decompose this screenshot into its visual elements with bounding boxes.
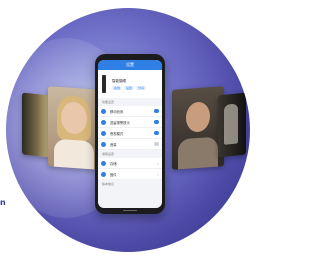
photo-man-smiling xyxy=(172,86,224,170)
settings-row[interactable]: 移动侦测 xyxy=(98,106,162,117)
shield-icon xyxy=(101,108,106,114)
row-label: 固件 xyxy=(110,172,117,177)
settings-row[interactable]: 夜视模式 xyxy=(98,128,162,139)
row-label: 存储 xyxy=(110,161,117,166)
settings-row[interactable]: 音量 xyxy=(98,139,162,150)
shirt xyxy=(178,136,218,170)
app-bar-title: 设置 xyxy=(126,62,134,67)
row-label: 移动侦测 xyxy=(110,109,124,114)
figure-silhouette xyxy=(224,103,238,145)
footer-text: 版本信息 xyxy=(102,182,115,186)
photo-woman-smiling xyxy=(48,86,100,170)
firmware-icon xyxy=(101,171,106,177)
home-indicator xyxy=(123,209,137,211)
stray-letter: n xyxy=(0,198,6,207)
settings-row[interactable]: 存储 › xyxy=(98,158,162,169)
device-pills: 在线 设置 分享 xyxy=(112,85,158,90)
device-pill[interactable]: 在线 xyxy=(112,85,123,90)
shirt xyxy=(54,138,94,170)
smartphone: 设置 智能猫眼 在线 设置 分享 功能设置 移动侦测 逗留报警提示 夜视模式 音… xyxy=(95,54,165,214)
toggle-switch[interactable] xyxy=(154,120,159,124)
section-title: 通用设置 xyxy=(102,152,115,156)
chevron-right-icon: › xyxy=(157,171,159,177)
settings-row[interactable]: 固件 › xyxy=(98,169,162,180)
toggle-switch[interactable] xyxy=(154,131,159,135)
photo-doorway xyxy=(22,92,50,158)
photo-dark-hallway xyxy=(218,92,246,158)
shield-icon xyxy=(101,130,106,136)
device-pill[interactable]: 分享 xyxy=(136,85,147,90)
toggle-switch[interactable] xyxy=(154,109,159,113)
toggle-switch[interactable] xyxy=(154,142,159,146)
section-title: 功能设置 xyxy=(102,100,115,104)
shield-icon xyxy=(101,119,106,125)
device-card[interactable]: 智能猫眼 在线 设置 分享 xyxy=(98,70,162,98)
row-label: 音量 xyxy=(110,142,117,147)
app-bar: 设置 xyxy=(98,60,162,70)
door-viewer-icon xyxy=(102,75,106,93)
device-pill[interactable]: 设置 xyxy=(124,85,135,90)
storage-icon xyxy=(101,160,106,166)
face xyxy=(186,101,210,133)
shield-icon xyxy=(101,141,106,147)
settings-row[interactable]: 逗留报警提示 xyxy=(98,117,162,128)
device-info: 智能猫眼 在线 设置 分享 xyxy=(112,79,158,90)
phone-screen: 设置 智能猫眼 在线 设置 分享 功能设置 移动侦测 逗留报警提示 夜视模式 音… xyxy=(98,60,162,208)
row-label: 逗留报警提示 xyxy=(110,120,130,125)
row-label: 夜视模式 xyxy=(110,131,124,136)
device-name: 智能猫眼 xyxy=(112,78,126,83)
chevron-right-icon: › xyxy=(157,160,159,166)
